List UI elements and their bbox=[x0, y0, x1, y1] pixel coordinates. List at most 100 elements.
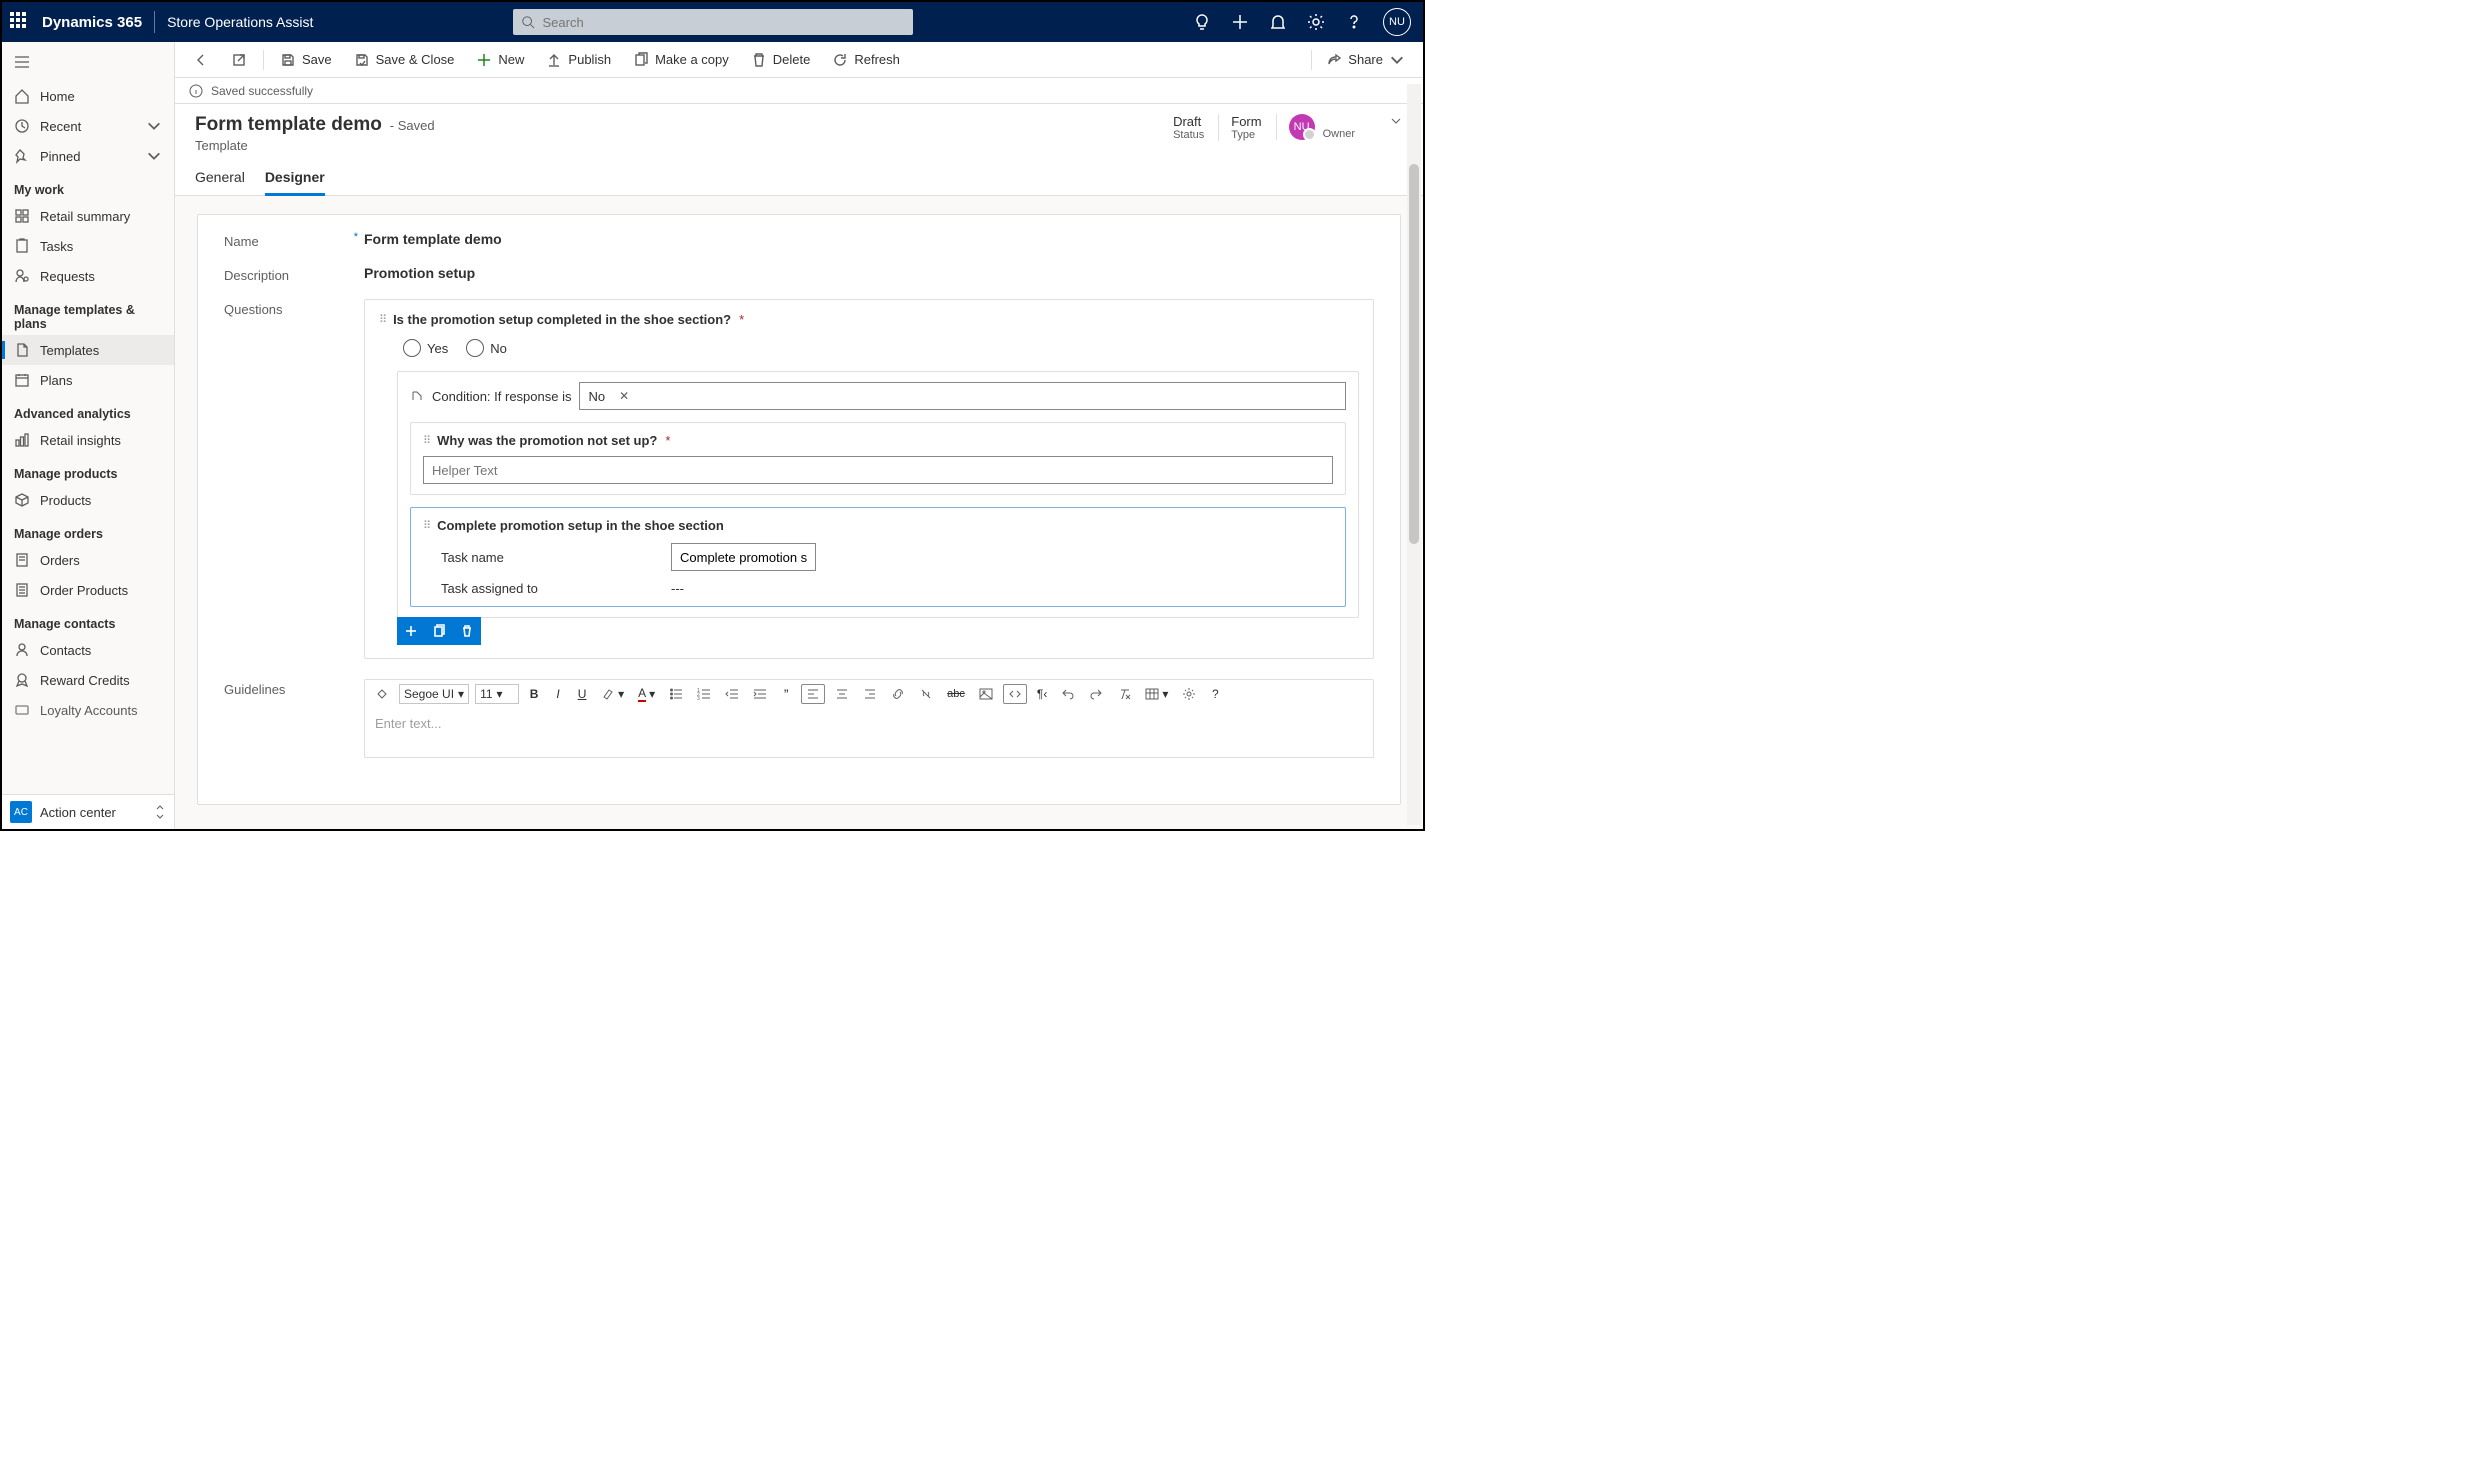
make-copy-button[interactable]: Make a copy bbox=[625, 48, 737, 72]
quote-button[interactable]: ” bbox=[777, 684, 795, 704]
field-value-name[interactable]: Form template demo bbox=[364, 231, 1374, 247]
action-center-button[interactable]: AC Action center bbox=[2, 794, 174, 829]
user-avatar[interactable]: NU bbox=[1383, 8, 1411, 36]
nav-label: Orders bbox=[40, 553, 80, 568]
ltr-button[interactable]: ¶‹ bbox=[1033, 685, 1051, 703]
helper-text-input[interactable] bbox=[423, 456, 1333, 484]
undo-button[interactable] bbox=[1057, 685, 1079, 703]
command-bar: Save Save & Close New Publish Make a cop… bbox=[175, 42, 1423, 78]
table-button[interactable]: ▾ bbox=[1141, 685, 1172, 703]
indent-button[interactable] bbox=[749, 685, 771, 703]
nav-recent[interactable]: Recent bbox=[2, 111, 174, 141]
clear-format-button[interactable] bbox=[1113, 685, 1135, 703]
vertical-scrollbar[interactable] bbox=[1407, 84, 1421, 825]
header-expand-button[interactable] bbox=[1389, 114, 1403, 131]
new-button[interactable]: New bbox=[468, 48, 532, 72]
nav-label: Plans bbox=[40, 373, 73, 388]
align-right-button[interactable] bbox=[859, 685, 881, 703]
nav-retail-insights[interactable]: Retail insights bbox=[2, 425, 174, 455]
nav-pinned[interactable]: Pinned bbox=[2, 141, 174, 171]
code-button[interactable] bbox=[1003, 684, 1027, 704]
tab-general[interactable]: General bbox=[195, 163, 245, 195]
italic-button[interactable]: I bbox=[549, 685, 567, 703]
header-status-label: Status bbox=[1173, 129, 1204, 141]
highlight-button[interactable]: ▾ bbox=[597, 685, 628, 703]
nav-home[interactable]: Home bbox=[2, 81, 174, 111]
chevron-down-icon bbox=[146, 118, 162, 134]
search-icon bbox=[521, 15, 535, 29]
nav-retail-summary[interactable]: Retail summary bbox=[2, 201, 174, 231]
nav-label: Pinned bbox=[40, 149, 80, 164]
drag-handle-icon[interactable]: ⠿ bbox=[423, 434, 429, 447]
unlink-button[interactable] bbox=[915, 685, 937, 703]
record-header: Form template demo - Saved Template Draf… bbox=[175, 104, 1423, 153]
nav-templates[interactable]: Templates bbox=[2, 335, 174, 365]
add-question-button[interactable] bbox=[397, 617, 425, 645]
nav-collapse-button[interactable] bbox=[2, 46, 174, 81]
nav-plans[interactable]: Plans bbox=[2, 365, 174, 395]
link-button[interactable] bbox=[887, 685, 909, 703]
drag-handle-icon[interactable]: ⠿ bbox=[379, 313, 385, 326]
task-question-container[interactable]: ⠿ Complete promotion setup in the shoe s… bbox=[410, 507, 1346, 607]
delete-button[interactable]: Delete bbox=[743, 48, 819, 72]
nav-orders[interactable]: Orders bbox=[2, 545, 174, 575]
toolbar-help-button[interactable]: ? bbox=[1206, 685, 1224, 703]
align-left-button[interactable] bbox=[801, 684, 825, 704]
global-search[interactable] bbox=[513, 9, 913, 35]
font-family-select[interactable]: Segoe UI▾ bbox=[399, 684, 469, 704]
share-button[interactable]: Share bbox=[1318, 48, 1413, 72]
bold-button[interactable]: B bbox=[525, 685, 543, 703]
rich-text-editor[interactable]: Enter text... bbox=[364, 708, 1374, 758]
field-value-description[interactable]: Promotion setup bbox=[364, 265, 1374, 281]
scrollbar-thumb[interactable] bbox=[1409, 164, 1419, 544]
app-launcher-icon[interactable] bbox=[10, 12, 30, 32]
drag-handle-icon[interactable]: ⠿ bbox=[423, 519, 429, 532]
nav-tasks[interactable]: Tasks bbox=[2, 231, 174, 261]
clear-icon[interactable]: ✕ bbox=[619, 389, 629, 403]
nav-products[interactable]: Products bbox=[2, 485, 174, 515]
font-color-button[interactable]: A▾ bbox=[634, 684, 659, 704]
format-painter-button[interactable] bbox=[371, 685, 393, 703]
redo-button[interactable] bbox=[1085, 685, 1107, 703]
svg-text:3: 3 bbox=[697, 696, 700, 702]
save-close-button[interactable]: Save & Close bbox=[346, 48, 463, 72]
global-topbar: Dynamics 365 Store Operations Assist NU bbox=[2, 2, 1423, 42]
bullet-list-button[interactable] bbox=[665, 685, 687, 703]
field-label-description: Description bbox=[224, 265, 364, 283]
radio-yes[interactable]: Yes bbox=[403, 339, 448, 357]
refresh-button[interactable]: Refresh bbox=[824, 48, 908, 72]
nav-contacts[interactable]: Contacts bbox=[2, 635, 174, 665]
strikethrough-button[interactable]: abc bbox=[943, 686, 969, 702]
open-new-window-button[interactable] bbox=[223, 48, 255, 72]
number-list-button[interactable]: 123 bbox=[693, 685, 715, 703]
underline-button[interactable]: U bbox=[573, 685, 591, 703]
task-assigned-value[interactable]: --- bbox=[671, 581, 684, 596]
condition-value-select[interactable]: No ✕ bbox=[579, 382, 1346, 410]
radio-no[interactable]: No bbox=[466, 339, 507, 357]
task-name-input[interactable] bbox=[671, 543, 816, 571]
outdent-button[interactable] bbox=[721, 685, 743, 703]
save-button[interactable]: Save bbox=[272, 48, 340, 72]
settings-icon[interactable] bbox=[1307, 13, 1325, 31]
add-icon[interactable] bbox=[1231, 13, 1249, 31]
font-size-select[interactable]: 11▾ bbox=[475, 684, 519, 704]
image-button[interactable] bbox=[975, 685, 997, 703]
nav-requests[interactable]: Requests bbox=[2, 261, 174, 291]
nav-label: Reward Credits bbox=[40, 673, 130, 688]
toolbar-settings-button[interactable] bbox=[1178, 685, 1200, 703]
nav-loyalty-accounts[interactable]: Loyalty Accounts bbox=[2, 695, 174, 725]
delete-question-button[interactable] bbox=[453, 617, 481, 645]
back-button[interactable] bbox=[185, 48, 217, 72]
nav-label: Templates bbox=[40, 343, 99, 358]
nav-reward-credits[interactable]: Reward Credits bbox=[2, 665, 174, 695]
condition-value: No bbox=[588, 389, 605, 404]
align-center-button[interactable] bbox=[831, 685, 853, 703]
publish-button[interactable]: Publish bbox=[538, 48, 619, 72]
nav-order-products[interactable]: Order Products bbox=[2, 575, 174, 605]
search-input[interactable] bbox=[541, 14, 905, 31]
tab-designer[interactable]: Designer bbox=[265, 163, 325, 195]
insights-icon[interactable] bbox=[1193, 13, 1211, 31]
help-icon[interactable] bbox=[1345, 13, 1363, 31]
copy-question-button[interactable] bbox=[425, 617, 453, 645]
notifications-icon[interactable] bbox=[1269, 13, 1287, 31]
